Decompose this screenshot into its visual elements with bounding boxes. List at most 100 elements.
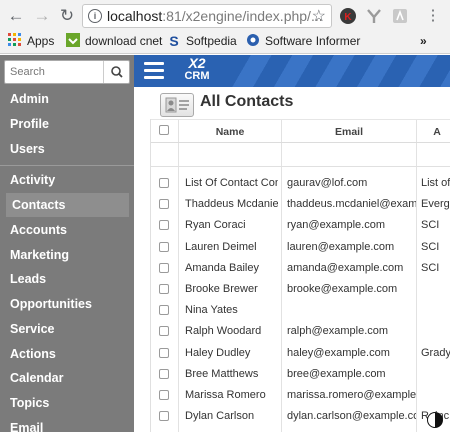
table-row[interactable]: Ryan Coraci ryan@example.com SCI <box>151 215 450 236</box>
cell-email[interactable]: marissa.romero@example.com <box>287 385 416 406</box>
cell-account[interactable]: SCI <box>421 258 450 279</box>
cell-account[interactable]: Grady <box>421 343 450 364</box>
cell-email[interactable]: amanda@example.com <box>287 258 416 279</box>
hamburger-menu-icon[interactable] <box>144 62 164 80</box>
filter-row[interactable] <box>151 143 450 167</box>
cell-email[interactable]: bree@example.com <box>287 364 416 385</box>
cell-name[interactable]: Brooke Brewer <box>185 279 278 300</box>
sidebar-item-leads[interactable]: Leads <box>0 267 134 291</box>
cell-email[interactable]: ryan@example.com <box>287 215 416 236</box>
extension-k-icon[interactable]: K <box>338 6 358 26</box>
cell-name[interactable]: Rory O'Neil <box>185 427 278 432</box>
sidebar-item-service[interactable]: Service <box>0 317 134 341</box>
cell-email[interactable]: brooke@example.com <box>287 279 416 300</box>
forward-icon[interactable]: → <box>32 6 52 26</box>
table-row[interactable]: List Of Contact Contacts gaurav@lof.comLi… <box>151 173 450 194</box>
column-header-email[interactable]: Email <box>282 126 416 138</box>
row-checkbox[interactable] <box>159 262 169 273</box>
cell-name[interactable]: Ryan Coraci <box>185 215 278 236</box>
cell-email[interactable]: lauren@example.com <box>287 237 416 258</box>
extension-pdf-icon[interactable] <box>390 6 410 26</box>
cell-account[interactable]: B <box>421 427 450 432</box>
cell-account[interactable]: SCI <box>421 237 450 258</box>
row-checkbox[interactable] <box>159 347 169 358</box>
table-row[interactable]: Lauren Deimel lauren@example.com SCI <box>151 237 450 258</box>
cell-name[interactable]: Ralph Woodard <box>185 321 278 342</box>
select-all-checkbox[interactable] <box>159 125 169 135</box>
search-button[interactable] <box>103 61 129 83</box>
row-checkbox[interactable] <box>159 178 169 188</box>
sidebar-item-calendar[interactable]: Calendar <box>0 366 134 390</box>
table-row[interactable]: Bree Matthews bree@example.com <box>151 364 450 385</box>
sidebar-item-accounts[interactable]: Accounts <box>0 218 134 242</box>
sidebar-item-opportunities[interactable]: Opportunities <box>0 292 134 316</box>
table-row[interactable]: Amanda Bailey amanda@example.com SCI <box>151 258 450 279</box>
sidebar-item-admin[interactable]: Admin <box>0 87 134 111</box>
sidebar-item-topics[interactable]: Topics <box>0 391 134 415</box>
sidebar-item-users[interactable]: Users <box>0 137 134 161</box>
back-icon[interactable]: ← <box>6 6 26 26</box>
x2crm-logo[interactable]: X2 CRM <box>180 56 214 83</box>
cell-name[interactable]: Thaddeus Mcdaniel <box>185 194 278 215</box>
sidebar-item-actions[interactable]: Actions <box>0 342 134 366</box>
bookmark-apps[interactable]: Apps <box>8 33 54 49</box>
contrast-toggle-icon[interactable] <box>427 412 443 428</box>
sidebar-item-email[interactable]: Email <box>0 416 134 432</box>
bookmark-softpedia[interactable]: S Softpedia <box>167 33 236 49</box>
row-checkbox[interactable] <box>159 220 169 231</box>
cell-name[interactable]: Amanda Bailey <box>185 258 278 279</box>
url-text: localhost:81/x2engine/index.php/... <box>107 8 323 24</box>
search-input[interactable]: Search <box>4 60 130 84</box>
info-icon[interactable]: i <box>88 9 102 23</box>
cell-name[interactable]: Haley Dudley <box>185 343 278 364</box>
row-checkbox[interactable] <box>159 199 169 210</box>
table-row[interactable]: Rory O'Neil rory@example.com B <box>151 427 450 432</box>
row-checkbox[interactable] <box>159 326 169 337</box>
row-checkbox[interactable] <box>159 411 169 422</box>
cell-email[interactable]: haley@example.com <box>287 343 416 364</box>
cell-email[interactable]: rory@example.com <box>287 427 416 432</box>
cell-name[interactable]: Bree Matthews <box>185 364 278 385</box>
sidebar-item-activity[interactable]: Activity <box>0 168 134 192</box>
table-row[interactable]: Nina Yates <box>151 300 450 321</box>
sidebar-item-marketing[interactable]: Marketing <box>0 243 134 267</box>
column-header-name[interactable]: Name <box>179 126 281 138</box>
cell-email[interactable]: dylan.carlson@example.com <box>287 406 416 427</box>
sidebar-item-contacts[interactable]: Contacts <box>6 193 129 217</box>
sidebar-item-profile[interactable]: Profile <box>0 112 134 136</box>
cell-account[interactable]: List of <box>421 173 450 194</box>
table-row[interactable]: Thaddeus Mcdaniel thaddeus.mcdaniel@examp… <box>151 194 450 215</box>
row-checkbox[interactable] <box>159 305 169 316</box>
extension-y-icon[interactable] <box>364 6 384 26</box>
cell-email[interactable]: thaddeus.mcdaniel@example.com <box>287 194 416 215</box>
bookmarks-overflow[interactable]: » <box>420 33 427 49</box>
table-row[interactable]: Brooke Brewer brooke@example.com <box>151 279 450 300</box>
row-checkbox[interactable] <box>159 368 169 379</box>
table-row[interactable]: Dylan Carlsondylan.carlson@example.comRa… <box>151 406 450 427</box>
table-row[interactable]: Ralph Woodard ralph@example.com <box>151 321 450 342</box>
cell-email[interactable]: ralph@example.com <box>287 321 416 342</box>
bookmark-software-informer[interactable]: Software Informer <box>246 33 360 49</box>
bookmark-download-cnet[interactable]: download cnet <box>66 33 162 49</box>
cell-name[interactable]: Marissa Romero <box>185 385 278 406</box>
row-checkbox[interactable] <box>159 284 169 294</box>
cell-name[interactable]: Nina Yates <box>185 300 278 321</box>
cell-name[interactable]: List Of Contact Contacts <box>185 173 278 194</box>
reload-icon[interactable]: ↻ <box>57 6 77 26</box>
table-row[interactable]: Haley Dudley haley@example.com Grady <box>151 343 450 364</box>
menu-kebab-icon[interactable]: ⋮ <box>423 6 443 26</box>
table-row[interactable]: Marissa Romero marissa.romero@example.com <box>151 385 450 406</box>
page-header: All Contacts <box>134 87 450 119</box>
row-checkbox[interactable] <box>159 390 169 400</box>
cell-account[interactable]: SCI <box>421 215 450 236</box>
bookmark-star-icon[interactable]: ☆ <box>312 6 326 26</box>
cell-name[interactable]: Dylan Carlson <box>185 406 278 427</box>
contacts-icon <box>160 93 194 117</box>
cell-account[interactable]: Evergr <box>421 194 450 215</box>
row-checkbox[interactable] <box>159 241 169 252</box>
apps-grid-icon <box>8 33 22 47</box>
cell-name[interactable]: Lauren Deimel <box>185 237 278 258</box>
column-header-account[interactable]: A <box>417 126 450 138</box>
cell-email[interactable]: gaurav@lof.com <box>287 173 416 194</box>
address-bar[interactable]: i localhost:81/x2engine/index.php/... ☆ <box>82 4 332 28</box>
